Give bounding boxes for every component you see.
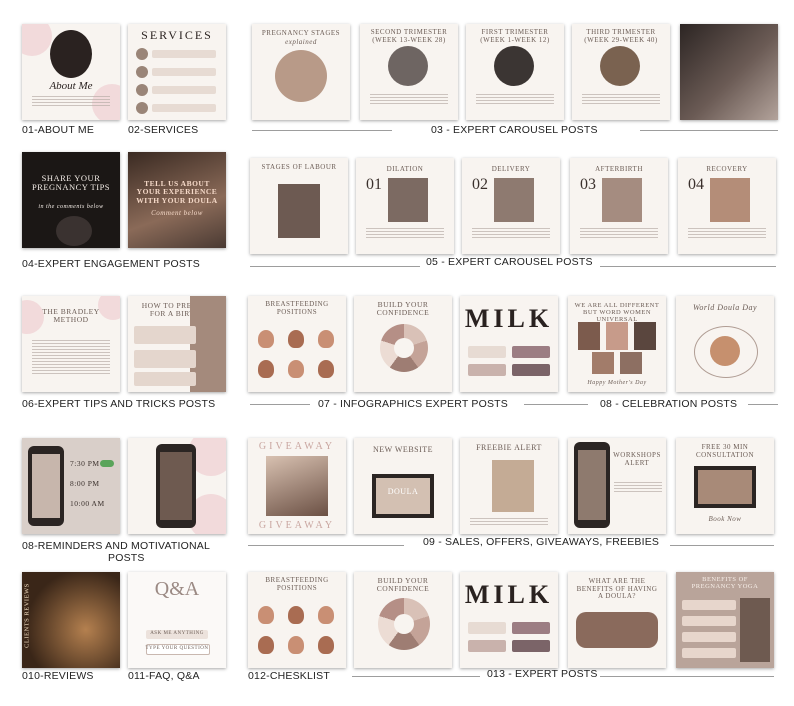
tile-second-trimester[interactable]: SECOND TRIMESTER (WEEK 13-WEEK 28): [360, 24, 458, 120]
tile-expert-milk[interactable]: MILK: [460, 572, 558, 668]
tile-reviews[interactable]: CLIENTS REVIEWS: [22, 572, 120, 668]
tile-stages-of-labour[interactable]: STAGES OF LABOUR: [250, 158, 348, 254]
tile-delivery[interactable]: 02 DELIVERY: [462, 158, 560, 254]
caption-05: 05 - EXPERT CAROUSEL POSTS: [426, 256, 593, 268]
caption-08b: 08-REMINDERS AND MOTIVATIONAL: [22, 540, 211, 552]
caption-07: 07 - INFOGRAPHICS EXPERT POSTS: [318, 398, 508, 410]
caption-08a: 08 - CELEBRATION POSTS: [600, 398, 738, 410]
tile-hands-photo[interactable]: [680, 24, 778, 120]
tile-workshop[interactable]: WORKSHOPS Alert: [568, 438, 666, 534]
tile-pregnancy-stages[interactable]: PREGNANCY STAGES explained: [252, 24, 350, 120]
tile-reminders[interactable]: 7:30 PM 8:00 PM 10:00 AM: [22, 438, 120, 534]
tile-prepare-birth[interactable]: HOW TO PREPARE FOR A BIRTH?: [128, 296, 226, 392]
tile-third-trimester[interactable]: THIRD TRIMESTER (WEEK 29-WEEK 40): [572, 24, 670, 120]
tile-title: PREGNANCY STAGES: [261, 29, 341, 37]
tile-recovery[interactable]: 04 RECOVERY: [678, 158, 776, 254]
tile-services[interactable]: SERVICES: [128, 24, 226, 120]
tile-milk[interactable]: MILK: [460, 296, 558, 392]
tile-benefits-yoga[interactable]: BENEFITS OF PREGNANCY YOGA: [676, 572, 774, 668]
tile-faq[interactable]: Q&A ASK ME ANYTHING TYPE YOUR QUESTION: [128, 572, 226, 668]
tile-freebie-alert[interactable]: FREEBIE ALERT: [460, 438, 558, 534]
caption-04: 04-EXPERT ENGAGEMENT POSTS: [22, 258, 200, 270]
tile-expert-build-confidence[interactable]: BUILD YOUR CONFIDENCE: [354, 572, 452, 668]
tile-free-consultation[interactable]: FREE 30 MIN CONSULTATION Book Now: [676, 438, 774, 534]
tile-motivational[interactable]: [128, 438, 226, 534]
caption-02: 02-SERVICES: [128, 124, 199, 136]
caption-13: 013 - EXPERT POSTS: [487, 668, 598, 680]
caption-03: 03 - EXPERT CAROUSEL POSTS: [431, 124, 598, 136]
tile-share-tips[interactable]: SHARE YOUR PREGNANCY TIPS in the comment…: [22, 152, 120, 248]
tile-dilation[interactable]: 01 DILATION: [356, 158, 454, 254]
tile-tell-us[interactable]: TELL US ABOUT YOUR EXPERIENCE WITH YOUR …: [128, 152, 226, 248]
caption-11: 011-FAQ, Q&A: [128, 670, 200, 682]
tile-giveaway[interactable]: GIVEAWAY GIVEAWAY: [248, 438, 346, 534]
tile-benefits-doula[interactable]: WHAT ARE THE BENEFITS of having a Doula?: [568, 572, 666, 668]
caption-10: 010-REVIEWS: [22, 670, 94, 682]
services-title: SERVICES: [141, 28, 213, 42]
tile-about-me[interactable]: About Me: [22, 24, 120, 120]
about-me-title: About Me: [49, 80, 93, 92]
tile-new-website[interactable]: NEW WEBSITE DOULA: [354, 438, 452, 534]
tile-all-different[interactable]: WE ARE ALL DIFFERENT BUT WORD WOMEN UNIV…: [568, 296, 666, 392]
caption-06: 06-EXPERT TIPS AND TRICKS POSTS: [22, 398, 216, 410]
tile-breastfeeding[interactable]: BREASTFEEDING POSITIONS: [248, 296, 346, 392]
tile-bradley-method[interactable]: THE BRADLEY METHOD: [22, 296, 120, 392]
portrait-photo: [50, 30, 92, 78]
tile-afterbirth[interactable]: 03 AFTERBIRTH: [570, 158, 668, 254]
caption-08b-cont: POSTS: [108, 552, 145, 564]
tile-world-doula-day[interactable]: World Doula Day: [676, 296, 774, 392]
tile-first-trimester[interactable]: FIRST TRIMESTER (WEEK 1-WEEK 12): [466, 24, 564, 120]
tile-checklist-breastfeeding[interactable]: BREASTFEEDING POSITIONS: [248, 572, 346, 668]
caption-01: 01-ABOUT ME: [22, 124, 95, 136]
caption-09: 09 - SALES, OFFERS, GIVEAWAYS, FREEBIES: [423, 536, 660, 548]
tile-build-confidence[interactable]: BUILD YOUR CONFIDENCE: [354, 296, 452, 392]
caption-12: 012-CHESKLIST: [248, 670, 330, 682]
